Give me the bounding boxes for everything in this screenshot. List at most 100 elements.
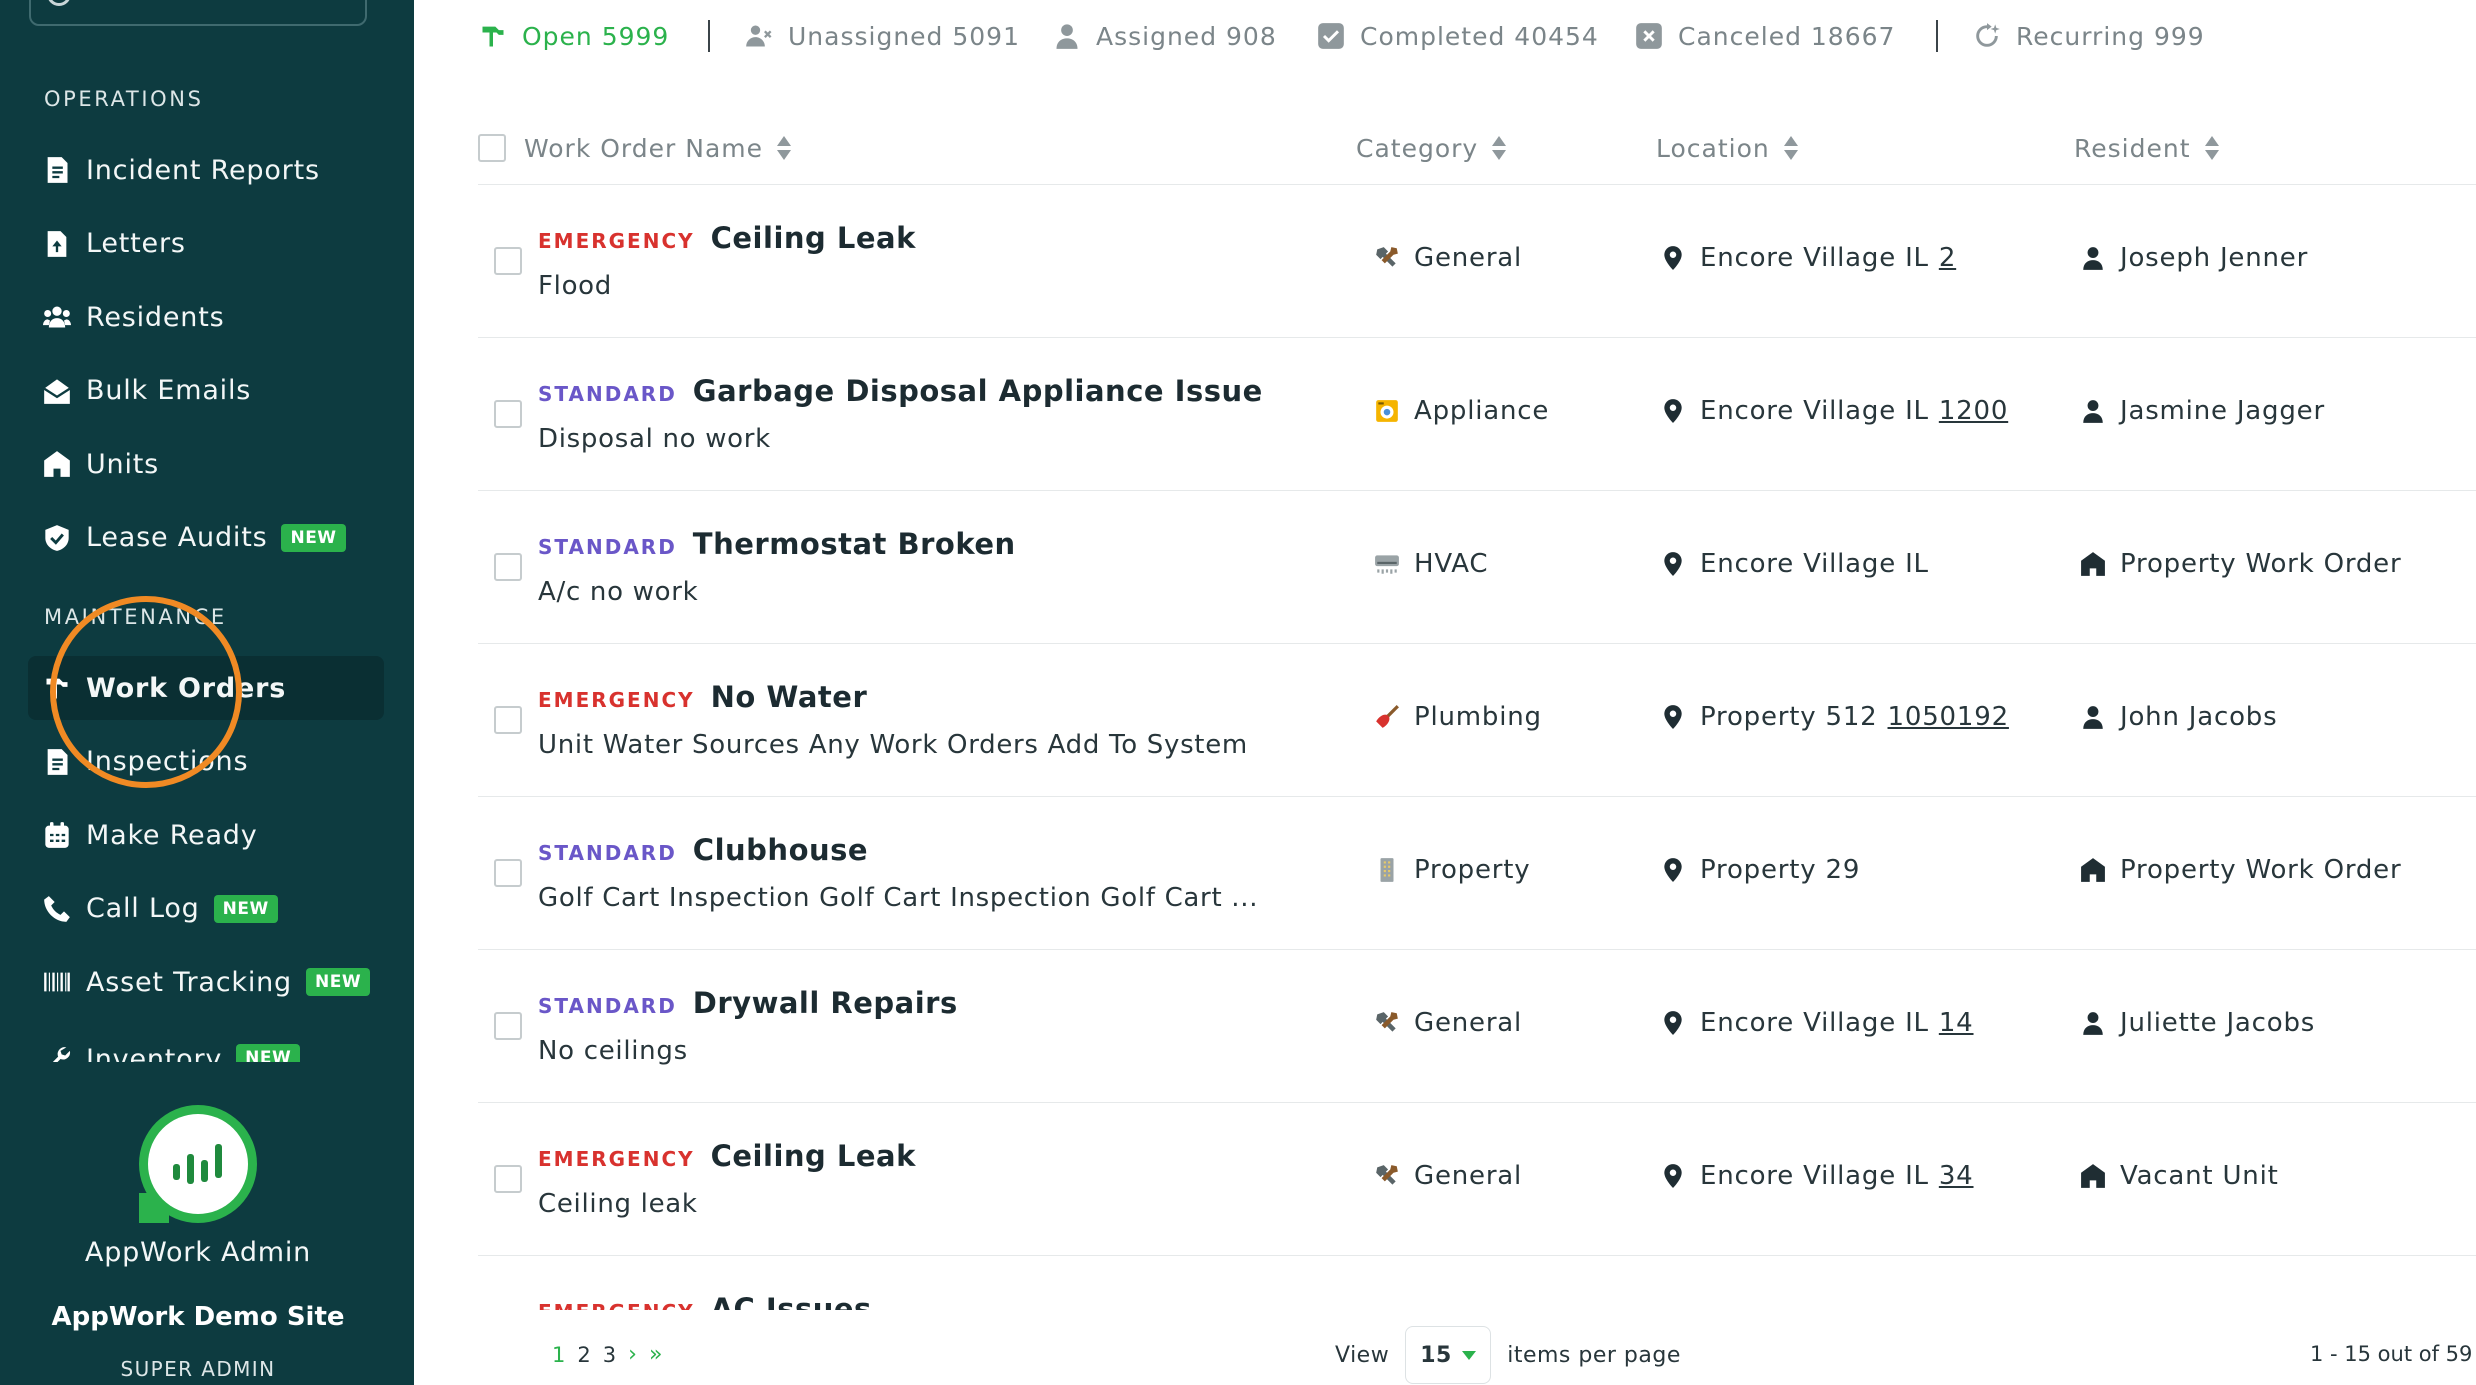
column-header-resident[interactable]: Resident: [2074, 130, 2219, 166]
tab-canceled[interactable]: Canceled 18667: [1634, 16, 1895, 56]
work-order-description: Unit Water Sources Any Work Orders Add T…: [538, 730, 1248, 760]
resident-label[interactable]: Joseph Jenner: [2120, 243, 2308, 273]
page-link-3[interactable]: 3: [603, 1343, 616, 1367]
location-label: Property 29: [1700, 855, 1861, 885]
row-checkbox[interactable]: [494, 400, 522, 428]
table-row[interactable]: EMERGENCY Ceiling Leak Ceiling leak General…: [478, 1103, 2476, 1256]
tab-completed[interactable]: Completed 40454: [1316, 16, 1599, 56]
row-checkbox[interactable]: [494, 1165, 522, 1193]
pin-icon: [1658, 855, 1688, 885]
work-order-title[interactable]: AC Issues: [711, 1292, 872, 1310]
resident-cell: John Jacobs: [2078, 702, 2277, 732]
tab-recurring[interactable]: Recurring 999: [1972, 16, 2205, 56]
unit-link[interactable]: 1200: [1939, 396, 2008, 426]
work-order-description: Flood: [538, 271, 612, 301]
work-order-description: Ceiling leak: [538, 1189, 698, 1219]
sort-icon[interactable]: [1492, 136, 1507, 160]
chevron-down-icon: [1462, 1350, 1477, 1360]
sidebar-item-residents[interactable]: Residents: [28, 285, 384, 349]
category-label: General: [1414, 1008, 1523, 1038]
unit-link[interactable]: 2: [1939, 243, 1956, 273]
per-page-select[interactable]: 15: [1405, 1326, 1492, 1384]
work-order-title-line: EMERGENCY Ceiling Leak: [538, 221, 916, 255]
resident-label[interactable]: Vacant Unit: [2120, 1161, 2279, 1191]
tab-unassigned[interactable]: Unassigned 5091: [744, 16, 1020, 56]
sidebar-item-call-log[interactable]: Call Log NEW: [28, 877, 384, 941]
sidebar-item-incident-reports[interactable]: Incident Reports: [28, 138, 384, 202]
priority-badge: EMERGENCY: [538, 1300, 695, 1310]
sort-icon[interactable]: [777, 136, 791, 160]
view-label: View: [1335, 1342, 1390, 1368]
priority-badge: EMERGENCY: [538, 229, 695, 253]
resident-label[interactable]: Property Work Order: [2120, 855, 2401, 885]
resident-cell: Juliette Jacobs: [2078, 1008, 2315, 1038]
resident-label[interactable]: Property Work Order: [2120, 549, 2401, 579]
sidebar-item-inventory[interactable]: Inventory NEW: [28, 1024, 384, 1062]
resident-label[interactable]: John Jacobs: [2120, 702, 2277, 732]
new-badge: NEW: [213, 894, 278, 923]
table-row[interactable]: EMERGENCY No Water Unit Water Sources Any …: [478, 644, 2476, 797]
section-title-operations: OPERATIONS: [44, 87, 204, 111]
work-order-title[interactable]: No Water: [711, 680, 868, 714]
document-icon: [42, 747, 72, 777]
location-cell: Property 512 1050192: [1658, 702, 2009, 732]
tab-assigned[interactable]: Assigned 908: [1052, 16, 1277, 56]
sidebar-item-make-ready[interactable]: Make Ready: [28, 803, 384, 867]
sort-icon[interactable]: [2204, 136, 2219, 160]
sidebar-item-bulk-emails[interactable]: Bulk Emails: [28, 359, 384, 423]
row-checkbox[interactable]: [494, 553, 522, 581]
per-page-suffix: items per page: [1507, 1342, 1681, 1368]
row-checkbox[interactable]: [494, 1012, 522, 1040]
site-name[interactable]: AppWork Demo Site: [0, 1302, 396, 1332]
unit-link[interactable]: 34: [1939, 1161, 1974, 1191]
column-header-location[interactable]: Location: [1656, 130, 1798, 166]
work-order-title[interactable]: Drywall Repairs: [693, 986, 958, 1020]
work-order-title[interactable]: Garbage Disposal Appliance Issue: [693, 374, 1263, 408]
table-row[interactable]: EMERGENCY AC Issues: [478, 1256, 2476, 1310]
table-row[interactable]: EMERGENCY Ceiling Leak Flood General Encore …: [478, 185, 2476, 338]
document-icon: [42, 155, 72, 185]
category-cell: Property: [1372, 855, 1530, 885]
sidebar-item-lease-audits[interactable]: Lease Audits NEW: [28, 506, 384, 570]
column-header-name[interactable]: Work Order Name: [478, 130, 791, 166]
resident-label[interactable]: Juliette Jacobs: [2120, 1008, 2315, 1038]
table-row[interactable]: STANDARD Drywall Repairs No ceilings Genera…: [478, 950, 2476, 1103]
work-order-title[interactable]: Clubhouse: [693, 833, 868, 867]
unit-link[interactable]: 1050192: [1888, 702, 2009, 732]
row-checkbox[interactable]: [494, 706, 522, 734]
sidebar-item-asset-tracking[interactable]: Asset Tracking NEW: [28, 950, 384, 1014]
sidebar-item-label: Call Log: [86, 893, 200, 924]
sidebar-item-label: Lease Audits: [86, 522, 268, 553]
table-row[interactable]: STANDARD Garbage Disposal Appliance Issue…: [478, 338, 2476, 491]
sort-icon[interactable]: [1783, 136, 1798, 160]
person-icon: [2078, 396, 2108, 426]
sidebar-item-label: Bulk Emails: [86, 375, 252, 406]
table-row[interactable]: STANDARD Clubhouse Golf Cart Inspection Go…: [478, 797, 2476, 950]
sidebar-item-units[interactable]: Units: [28, 432, 384, 496]
next-page-icon[interactable]: ›: [628, 1342, 637, 1367]
table-row[interactable]: STANDARD Thermostat Broken A/c no work HVAC…: [478, 491, 2476, 644]
page-link-1[interactable]: 1: [552, 1343, 565, 1367]
resident-cell: Vacant Unit: [2078, 1161, 2279, 1191]
column-location-label: Location: [1656, 133, 1770, 163]
row-checkbox[interactable]: [494, 247, 522, 275]
resident-label[interactable]: Jasmine Jagger: [2120, 396, 2325, 426]
row-checkbox[interactable]: [494, 859, 522, 887]
last-page-icon[interactable]: »: [649, 1342, 662, 1367]
select-all-checkbox[interactable]: [478, 134, 506, 162]
sidebar-search-input[interactable]: [29, 0, 367, 26]
work-order-title[interactable]: Thermostat Broken: [693, 527, 1016, 561]
user-name[interactable]: AppWork Admin: [0, 1237, 396, 1268]
tab-open-label: Open 5999: [522, 21, 670, 51]
unit-link[interactable]: 14: [1939, 1008, 1974, 1038]
column-header-category[interactable]: Category: [1356, 130, 1507, 166]
sidebar-item-letters[interactable]: Letters: [28, 212, 384, 276]
phone-icon: [42, 894, 72, 924]
category-cell: General: [1372, 1008, 1522, 1038]
work-order-title[interactable]: Ceiling Leak: [711, 1139, 916, 1173]
appwork-logo[interactable]: [139, 1105, 257, 1223]
work-order-title[interactable]: Ceiling Leak: [711, 221, 916, 255]
tab-open[interactable]: Open 5999: [478, 16, 669, 56]
page-link-2[interactable]: 2: [577, 1343, 590, 1367]
work-order-title-line: STANDARD Clubhouse: [538, 833, 868, 867]
